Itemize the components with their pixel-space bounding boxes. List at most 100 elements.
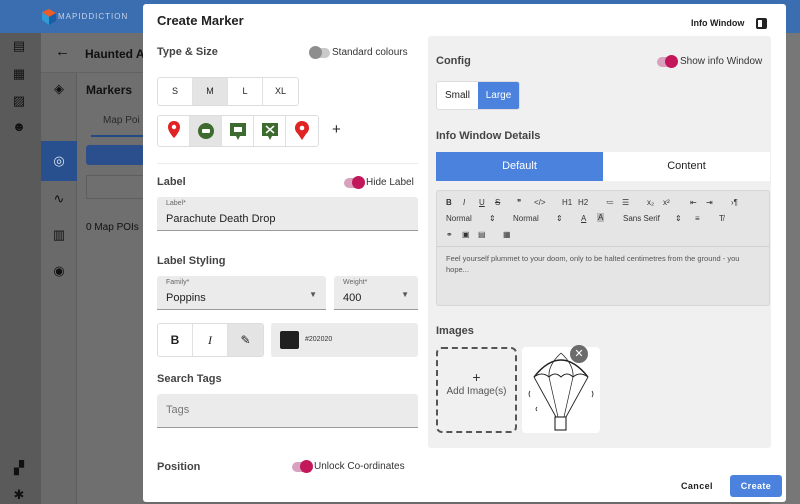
- pen-icon[interactable]: ✎: [228, 324, 263, 356]
- tags-placeholder: Tags: [166, 404, 190, 416]
- details-tabs: Default Content: [436, 152, 770, 181]
- layers-icon[interactable]: ◈: [51, 81, 67, 97]
- add-marker-icon[interactable]: +: [332, 121, 341, 138]
- cancel-button[interactable]: Cancel: [681, 481, 713, 491]
- ordered-list-icon[interactable]: ≔: [606, 198, 614, 207]
- bold-icon[interactable]: B: [446, 198, 452, 207]
- table-icon[interactable]: ▦: [503, 230, 511, 239]
- standard-colours-label: Standard colours: [332, 47, 408, 58]
- settings-icon[interactable]: ✱: [11, 487, 27, 503]
- standard-colours-toggle[interactable]: [309, 46, 330, 59]
- tab-default[interactable]: Default: [436, 152, 603, 181]
- info-window-toggle[interactable]: Info Window: [691, 18, 744, 28]
- text-style-group: B I ✎: [157, 323, 264, 357]
- chevron-down-icon: ▼: [401, 290, 409, 299]
- marker-green-car-button[interactable]: [190, 116, 222, 146]
- green-cutlery-icon: [262, 123, 278, 140]
- marker-type-group: [157, 115, 319, 147]
- image-icon[interactable]: ▨: [11, 93, 27, 109]
- color-swatch: [280, 331, 299, 349]
- marker-red-pin-button[interactable]: [158, 116, 190, 146]
- font-color-icon[interactable]: A: [581, 214, 586, 223]
- family-select[interactable]: Family* Poppins ▼: [157, 276, 326, 310]
- image-icon[interactable]: ▣: [462, 230, 470, 239]
- unlock-coordinates-label: Unlock Co-ordinates: [314, 461, 405, 472]
- size-select[interactable]: Normal: [513, 214, 539, 223]
- color-picker[interactable]: #202020: [271, 323, 418, 357]
- rich-text-editor[interactable]: B I U S ❞ </> H1 H2 ≔ ☰ x₂ x² ⇤ ⇥ ›¶ Nor…: [436, 190, 770, 306]
- italic-icon[interactable]: I: [463, 198, 465, 207]
- large-button[interactable]: Large: [478, 82, 519, 109]
- underline-icon[interactable]: U: [479, 198, 485, 207]
- config-title: Config: [436, 55, 471, 67]
- marker-green-ticket-button[interactable]: [222, 116, 254, 146]
- green-car-icon: [198, 123, 214, 139]
- remove-image-icon[interactable]: ✕: [570, 345, 588, 363]
- tags-input[interactable]: Tags: [157, 394, 418, 428]
- family-value: Poppins: [166, 292, 206, 304]
- align-icon[interactable]: ≡: [695, 214, 700, 223]
- weight-caption: Weight*: [343, 279, 368, 286]
- poi-filter-group[interactable]: [86, 175, 144, 199]
- compass-icon[interactable]: ◎: [51, 153, 67, 169]
- font-select[interactable]: Sans Serif: [623, 214, 660, 223]
- small-button[interactable]: Small: [437, 82, 478, 109]
- size-l-button[interactable]: L: [228, 78, 263, 105]
- tab-content[interactable]: Content: [603, 152, 770, 181]
- eye-icon[interactable]: ◉: [51, 263, 67, 279]
- weight-select[interactable]: Weight* 400 ▼: [334, 276, 418, 310]
- link-icon[interactable]: ⚭: [446, 230, 453, 239]
- quote-icon[interactable]: ❞: [517, 198, 521, 207]
- map-fold-icon[interactable]: ▥: [51, 227, 67, 243]
- table-icon[interactable]: ▦: [11, 66, 27, 82]
- unlock-coordinates-toggle[interactable]: [292, 460, 313, 473]
- app-panel: ← Haunted Ar ◈ ◎ ∿ ▥ ◉ Markers Map Poi 0…: [41, 33, 149, 504]
- rtl-icon[interactable]: ›¶: [731, 198, 738, 207]
- background-color-icon[interactable]: A: [597, 213, 605, 222]
- images-title: Images: [436, 325, 474, 337]
- superscript-icon[interactable]: x²: [663, 198, 670, 207]
- dashboard-icon[interactable]: ▞: [11, 460, 27, 476]
- poi-count: 0 Map POIs: [86, 222, 139, 233]
- size-m-button[interactable]: M: [193, 78, 228, 105]
- h2-icon[interactable]: H2: [578, 198, 588, 207]
- app-logo-text: MAPIDDICTION: [58, 12, 129, 21]
- map-icon[interactable]: ▤: [11, 38, 27, 54]
- label-field[interactable]: Label* Parachute Death Drop: [157, 197, 418, 231]
- route-icon[interactable]: ∿: [51, 191, 67, 207]
- header-select[interactable]: Normal: [446, 214, 472, 223]
- outdent-icon[interactable]: ⇤: [690, 198, 697, 207]
- app-logo-icon: [42, 9, 56, 25]
- size-xl-button[interactable]: XL: [263, 78, 298, 105]
- bullet-list-icon[interactable]: ☰: [622, 198, 629, 207]
- back-arrow-icon[interactable]: ←: [55, 43, 70, 60]
- indent-icon[interactable]: ⇥: [706, 198, 713, 207]
- chevron-updown-icon: ⇕: [675, 214, 682, 223]
- video-icon[interactable]: ▤: [478, 230, 486, 239]
- label-title: Label: [157, 176, 186, 188]
- info-window-details-title: Info Window Details: [436, 130, 541, 142]
- app-side-rail: ▤ ▦ ▨ ☻ ▞ ✱: [0, 33, 41, 504]
- strike-icon[interactable]: S: [495, 198, 500, 207]
- add-poi-button[interactable]: [86, 145, 144, 165]
- marker-red-pin-alt-button[interactable]: [286, 116, 318, 146]
- info-window-icon[interactable]: [756, 18, 767, 29]
- size-s-button[interactable]: S: [158, 78, 193, 105]
- users-icon[interactable]: ☻: [11, 119, 27, 135]
- create-button[interactable]: Create: [730, 475, 782, 497]
- hide-label-toggle[interactable]: [344, 176, 365, 189]
- editor-content[interactable]: Feel yourself plummet to your doom, only…: [446, 253, 764, 275]
- clear-format-icon[interactable]: T̸: [719, 214, 724, 223]
- image-thumbnail[interactable]: [522, 347, 600, 433]
- add-image-button[interactable]: + Add Image(s): [436, 347, 517, 433]
- marker-green-cutlery-button[interactable]: [254, 116, 286, 146]
- search-tags-title: Search Tags: [157, 373, 222, 385]
- show-info-window-toggle[interactable]: [657, 55, 678, 68]
- code-icon[interactable]: </>: [534, 198, 546, 207]
- subscript-icon[interactable]: x₂: [647, 198, 654, 207]
- tab-map-pois[interactable]: Map Poi: [103, 115, 140, 126]
- h1-icon[interactable]: H1: [562, 198, 572, 207]
- italic-button[interactable]: I: [193, 324, 228, 356]
- chevron-down-icon: ▼: [309, 290, 317, 299]
- bold-button[interactable]: B: [158, 324, 193, 356]
